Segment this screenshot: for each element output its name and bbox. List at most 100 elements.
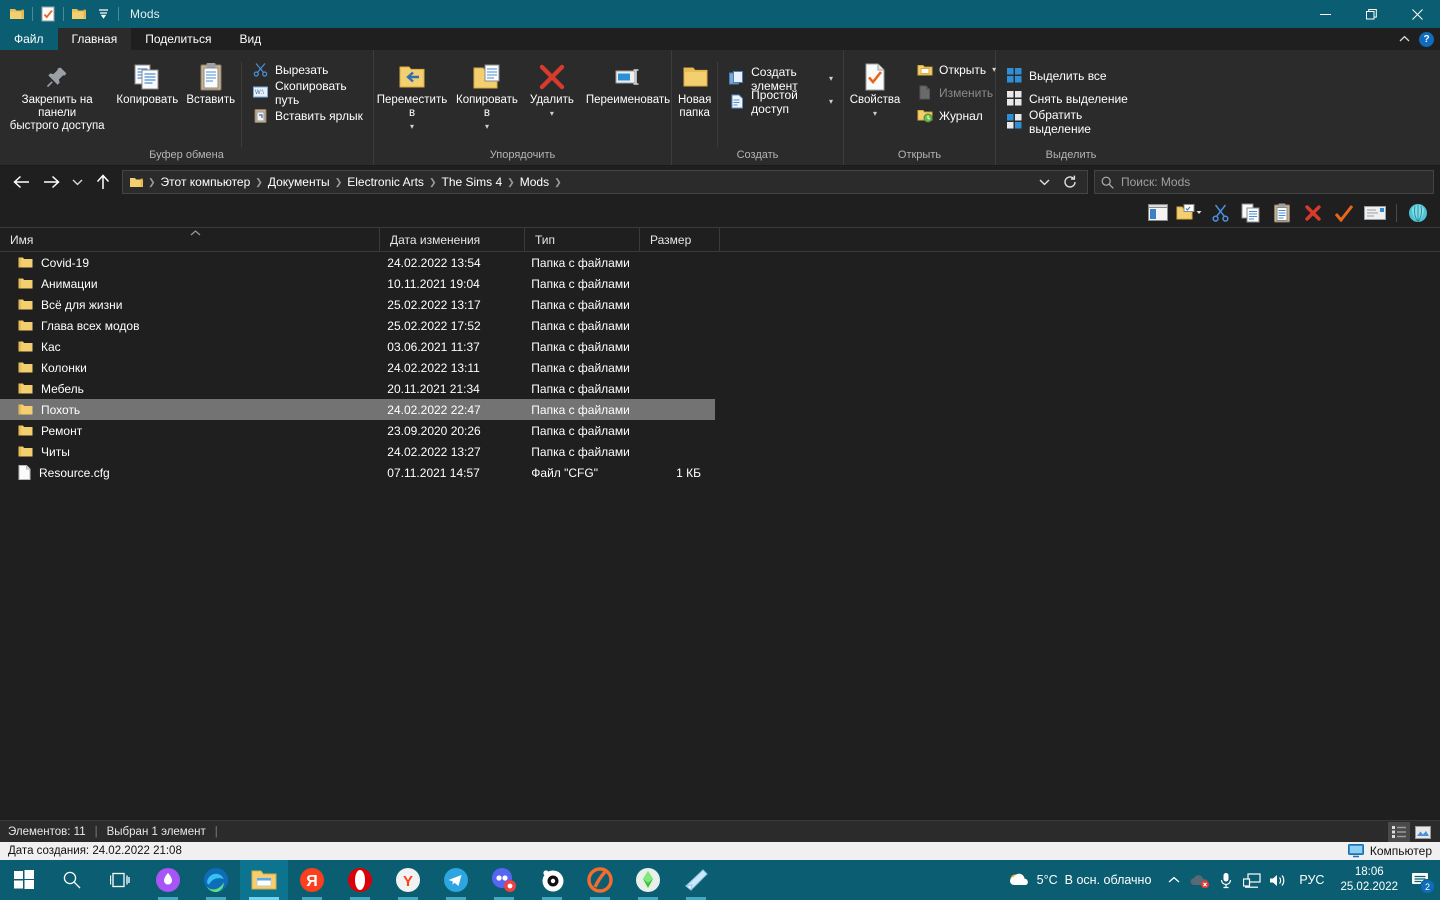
table-row[interactable]: Covid-19 24.02.2022 13:54 Папка с файлами [0, 252, 715, 273]
file-name-cell[interactable]: Колонки [0, 361, 377, 375]
help-button[interactable]: ? [1419, 31, 1434, 47]
history-button[interactable]: Журнал [912, 105, 1000, 126]
delete-caret-down-icon[interactable]: ▾ [550, 107, 554, 120]
taskbar-app-telegram[interactable] [432, 860, 480, 900]
table-row[interactable]: Ремонт 23.09.2020 20:26 Папка с файлами [0, 420, 715, 441]
back-button[interactable] [6, 167, 36, 197]
file-list[interactable]: Covid-19 24.02.2022 13:54 Папка с файлами А… [0, 252, 1440, 792]
breadcrumb-sep-5[interactable]: ❯ [554, 177, 562, 188]
microphone-icon[interactable] [1213, 860, 1239, 900]
rename-button[interactable]: Переименовать [580, 56, 676, 107]
details-view-icon[interactable] [1388, 822, 1410, 842]
breadcrumb-sep-1[interactable]: ❯ [255, 177, 263, 188]
shell-icon[interactable] [1404, 200, 1432, 226]
table-row[interactable]: Всё для жизни 25.02.2022 13:17 Папка с фай… [0, 294, 715, 315]
open-button[interactable]: Открыть ▾ [912, 59, 1000, 80]
breadcrumb-item-2[interactable]: Electronic Arts [342, 175, 429, 189]
tab-file[interactable]: Файл [0, 28, 58, 50]
copy-to-caret-down-icon[interactable]: ▾ [485, 120, 489, 133]
file-name-cell[interactable]: Всё для жизни [0, 298, 377, 312]
task-view-icon[interactable] [96, 860, 144, 900]
taskbar-search-icon[interactable] [48, 860, 96, 900]
taskbar-app-steelseries[interactable] [528, 860, 576, 900]
easy-access-button[interactable]: Простой доступ ▾ [724, 88, 837, 116]
tab-view[interactable]: Вид [225, 28, 275, 50]
search-input[interactable]: Поиск: Mods [1121, 175, 1190, 189]
paste-shortcut-button[interactable]: Вставить ярлык [248, 105, 367, 126]
easy-access-caret-down-icon[interactable]: ▾ [829, 97, 833, 106]
file-name-cell[interactable]: Читы [0, 445, 377, 459]
large-icons-view-icon[interactable] [1412, 822, 1434, 842]
file-name-cell[interactable]: Мебель [0, 382, 377, 396]
file-name-cell[interactable]: Кас [0, 340, 377, 354]
table-row[interactable]: Resource.cfg 07.11.2021 14:57 Файл "CFG" 1 … [0, 462, 715, 483]
copy-path-button[interactable]: W:\ Скопировать путь [248, 79, 367, 107]
close-button[interactable] [1394, 0, 1440, 28]
select-all-button[interactable]: Выделить все [1002, 65, 1140, 86]
paste-icon[interactable] [1268, 200, 1296, 226]
table-row[interactable]: Похоть 24.02.2022 22:47 Папка с файлами [0, 399, 715, 420]
cut-button[interactable]: Вырезать [248, 59, 367, 80]
copy-button[interactable]: Копировать [114, 56, 180, 107]
search-box[interactable]: Поиск: Mods [1094, 170, 1434, 194]
column-header-type[interactable]: Тип [525, 227, 640, 252]
breadcrumb-item-3[interactable]: The Sims 4 [436, 175, 507, 189]
qat-customize-chevron-down-icon[interactable] [91, 2, 115, 26]
table-row[interactable]: Мебель 20.11.2021 21:34 Папка с файлами [0, 378, 715, 399]
taskbar-app-cortana[interactable] [144, 860, 192, 900]
minimize-button[interactable] [1302, 0, 1348, 28]
table-row[interactable]: Кас 03.06.2021 11:37 Папка с файлами [0, 336, 715, 357]
move-to-button[interactable]: Переместить в ▾ [374, 56, 450, 133]
file-name-cell[interactable]: Похоть [0, 403, 377, 417]
tab-home[interactable]: Главная [57, 28, 132, 50]
taskbar-app-opera[interactable] [336, 860, 384, 900]
breadcrumb-sep-4[interactable]: ❯ [507, 177, 515, 188]
file-name-cell[interactable]: Covid-19 [0, 256, 377, 270]
taskbar-app-yandex[interactable]: Y [384, 860, 432, 900]
collapse-ribbon-chevron-up-icon[interactable] [1399, 35, 1410, 43]
taskbar-app-yandex-browser[interactable]: Я [288, 860, 336, 900]
tray-overflow-chevron-up-icon[interactable] [1161, 860, 1187, 900]
preview-pane-icon[interactable] [1144, 200, 1172, 226]
weather-widget[interactable]: 5°C В осн. облачно [1004, 872, 1162, 888]
properties-check-icon[interactable] [1330, 200, 1358, 226]
taskbar-app-file-explorer[interactable] [240, 860, 288, 900]
tab-share[interactable]: Поделиться [131, 28, 225, 50]
breadcrumb-item-4[interactable]: Mods [515, 175, 554, 189]
breadcrumb-item-1[interactable]: Документы [263, 175, 335, 189]
table-row[interactable]: Читы 24.02.2022 13:27 Папка с файлами [0, 441, 715, 462]
breadcrumb-folder-icon[interactable] [127, 176, 148, 189]
new-folder-button[interactable]: Новая папка [672, 56, 717, 120]
cut-icon[interactable] [1206, 200, 1234, 226]
table-row[interactable]: Колонки 24.02.2022 13:11 Папка с файлами [0, 357, 715, 378]
new-item-button[interactable]: Создать элемент ▾ [724, 65, 837, 93]
taskbar-app-sims4[interactable] [624, 860, 672, 900]
select-none-button[interactable]: Снять выделение [1002, 88, 1140, 109]
taskbar-app-origin[interactable] [576, 860, 624, 900]
recent-locations-chevron-down-icon[interactable] [66, 167, 88, 197]
new-item-caret-down-icon[interactable]: ▾ [829, 74, 833, 83]
breadcrumb-sep-3[interactable]: ❯ [429, 177, 437, 188]
file-name-cell[interactable]: Анимации [0, 277, 377, 291]
file-name-cell[interactable]: Глава всех модов [0, 319, 377, 333]
delete-icon[interactable] [1299, 200, 1327, 226]
qat-folder-icon[interactable] [5, 2, 29, 26]
breadcrumb-sep-2[interactable]: ❯ [335, 177, 343, 188]
taskbar-app-notepad[interactable] [672, 860, 720, 900]
start-button[interactable] [0, 860, 48, 900]
address-dropdown-chevron-down-icon[interactable] [1031, 171, 1057, 193]
forward-button[interactable] [36, 167, 66, 197]
maximize-button[interactable] [1348, 0, 1394, 28]
up-button[interactable] [88, 167, 118, 197]
file-name-cell[interactable]: Ремонт [0, 424, 377, 438]
invert-selection-button[interactable]: Обратить выделение [1002, 108, 1140, 136]
file-name-cell[interactable]: Resource.cfg [0, 465, 377, 480]
network-icon[interactable] [1239, 860, 1265, 900]
rename-icon[interactable] [1361, 200, 1389, 226]
copy-to-button[interactable]: Копировать в ▾ [450, 56, 524, 133]
delete-button[interactable]: Удалить ▾ [524, 56, 580, 120]
pin-to-quick-access-button[interactable]: Закрепить на панели быстрого доступа [0, 56, 114, 133]
copy-icon[interactable] [1237, 200, 1265, 226]
clock[interactable]: 18:06 25.02.2022 [1332, 865, 1406, 895]
new-folder-dropdown-icon[interactable] [1175, 200, 1203, 226]
